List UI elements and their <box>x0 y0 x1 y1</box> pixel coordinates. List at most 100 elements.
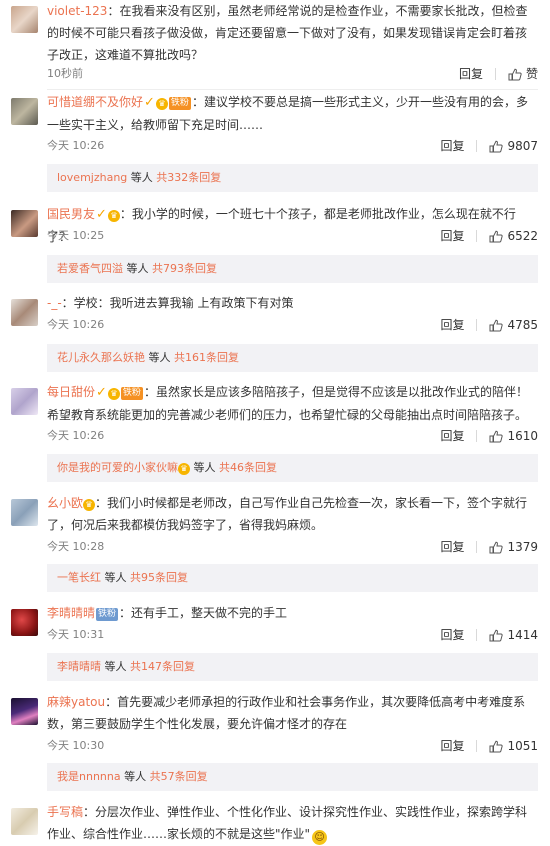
reply-button[interactable]: 回复 <box>440 627 464 643</box>
divider <box>476 230 478 242</box>
divider <box>47 89 538 90</box>
sub-reply-summary[interactable]: 我是nnnnna 等人 共57条回复 <box>47 763 538 791</box>
comment-body: ：首先要减少老师承担的行政作业和社会事务作业，其次要降低高考中考难度系数，第三要… <box>47 695 526 731</box>
username-link[interactable]: 可惜道绷不及你好 <box>47 95 143 109</box>
comment-text-block: violet-123：在我看来没有区别，虽然老师经常说的是检查作业，不需要家长批… <box>47 0 538 66</box>
sub-reply-user[interactable]: lovemjzhang <box>57 171 127 184</box>
thumbs-up-icon <box>489 319 504 331</box>
divider <box>476 430 478 442</box>
reply-button[interactable]: 回复 <box>440 228 464 244</box>
reply-button[interactable]: 回复 <box>440 138 464 154</box>
avatar[interactable] <box>11 299 38 326</box>
comment-time: 今天 10:28 <box>47 540 105 553</box>
like-button[interactable]: 1051 <box>489 738 538 754</box>
like-count: 1414 <box>507 628 538 642</box>
like-button[interactable]: 9807 <box>489 138 538 154</box>
divider <box>476 740 478 752</box>
username-link[interactable]: 幺小欧 <box>47 496 83 510</box>
like-count: 赞 <box>525 67 538 81</box>
like-button[interactable]: 1379 <box>489 539 538 555</box>
username-link[interactable]: violet-123 <box>47 4 107 18</box>
sub-reply-user[interactable]: 你是我的可爱的小家伙嘛 <box>57 461 178 474</box>
comment-text-block: 手写稿：分层次作业、弹性作业、个性化作业、设计探究性作业、实践性作业，探索跨学科… <box>47 801 538 845</box>
comment-text-block: 李晴晴晴 铁粉 ：还有手工，整天做不完的手工 <box>47 602 538 624</box>
like-button[interactable]: 1610 <box>489 428 538 444</box>
sub-reply-count-link[interactable]: 共57条回复 <box>150 770 208 783</box>
avatar[interactable] <box>11 98 38 125</box>
avatar[interactable] <box>11 808 38 835</box>
reply-button[interactable]: 回复 <box>440 539 464 555</box>
reply-button[interactable]: 回复 <box>440 428 464 444</box>
sub-reply-summary[interactable]: 花儿永久那么妖艳 等人 共161条回复 <box>47 344 538 372</box>
sub-reply-text: 等人 <box>101 571 130 584</box>
sub-reply-count-link[interactable]: 共95条回复 <box>130 571 188 584</box>
like-count: 9807 <box>507 139 538 153</box>
username-link[interactable]: 每日甜份 <box>47 385 95 399</box>
divider <box>476 140 478 152</box>
like-button[interactable]: 赞 <box>508 66 538 82</box>
sub-reply-summary[interactable]: 你是我的可爱的小家伙嘛 ♛ 等人 共46条回复 <box>47 454 538 482</box>
divider <box>494 68 496 80</box>
like-button[interactable]: 6522 <box>489 228 538 244</box>
like-count: 1610 <box>507 429 538 443</box>
username-link[interactable]: -_- <box>47 296 62 310</box>
comment-actions: 回复 1610 <box>440 428 538 444</box>
sub-reply-summary[interactable]: 若爱香气四溢 等人 共793条回复 <box>47 255 538 283</box>
vip-icon: ♛ <box>107 388 120 400</box>
avatar[interactable] <box>11 698 38 725</box>
sub-reply-count-link[interactable]: 共161条回复 <box>174 351 239 364</box>
like-button[interactable]: 1414 <box>489 627 538 643</box>
sub-reply-summary[interactable]: lovemjzhang 等人 共332条回复 <box>47 164 538 192</box>
sub-reply-summary[interactable]: 一笔长红 等人 共95条回复 <box>47 564 538 592</box>
sub-reply-count-link[interactable]: 共793条回复 <box>152 262 217 275</box>
sub-reply-user[interactable]: 若爱香气四溢 <box>57 262 123 275</box>
username-link[interactable]: 李晴晴晴 <box>47 606 95 620</box>
comment-body: ：我们小时候都是老师改，自己写作业自己先检查一次，家长看一下，签个字就行了，何况… <box>47 496 528 532</box>
sub-reply-user[interactable]: 我是nnnnna <box>57 770 121 783</box>
sub-reply-text: 等人 <box>190 461 219 474</box>
comment-body: ：学校：我听进去算我输 上有政策下有对策 <box>61 296 294 310</box>
thumbs-up-icon <box>508 68 522 80</box>
username-link[interactable]: 国民男友 <box>47 207 95 221</box>
username-link[interactable]: 手写稿 <box>47 805 83 819</box>
thumbs-up-icon <box>489 740 504 752</box>
comment-text-block: 每日甜份✓ ♛ 铁粉 ：虽然家长是应该多陪陪孩子，但是觉得不应该是以批改作业式的陪伴！… <box>47 381 538 426</box>
comment-text-block: -_-：学校：我听进去算我输 上有政策下有对策 <box>47 292 538 314</box>
avatar[interactable] <box>11 499 38 526</box>
sub-reply-count-link[interactable]: 共332条回复 <box>156 171 221 184</box>
comment-time: 今天 10:31 <box>47 628 105 641</box>
like-count: 6522 <box>507 229 538 243</box>
avatar[interactable] <box>11 388 38 415</box>
vip-icon: ♛ <box>178 463 190 475</box>
sub-reply-summary[interactable]: 李晴晴晴 等人 共147条回复 <box>47 653 538 681</box>
avatar[interactable] <box>11 609 38 636</box>
sub-reply-count-link[interactable]: 共46条回复 <box>219 461 277 474</box>
sub-reply-user[interactable]: 花儿永久那么妖艳 <box>57 351 145 364</box>
reply-button[interactable]: 回复 <box>459 66 483 82</box>
avatar[interactable] <box>11 6 38 33</box>
sub-reply-user[interactable]: 李晴晴晴 <box>57 660 101 673</box>
comment-actions: 回复 1051 <box>440 738 538 754</box>
comment-actions: 回复 6522 <box>440 228 538 244</box>
comment-actions: 回复 1379 <box>440 539 538 555</box>
comment-time: 今天 10:25 <box>47 229 105 242</box>
reply-button[interactable]: 回复 <box>440 738 464 754</box>
comment-text-block: 麻辣yatou：首先要减少老师承担的行政作业和社会事务作业，其次要降低高考中考难… <box>47 691 538 735</box>
sub-reply-user[interactable]: 一笔长红 <box>57 571 101 584</box>
verified-icon: ✓ <box>96 385 107 400</box>
comment-actions: 回复 赞 <box>459 66 538 82</box>
like-button[interactable]: 4785 <box>489 317 538 333</box>
divider <box>476 319 478 331</box>
sub-reply-text: 等人 <box>127 171 157 184</box>
like-count: 1051 <box>507 739 538 753</box>
comment-time: 今天 10:30 <box>47 739 105 752</box>
avatar[interactable] <box>11 210 38 237</box>
comment-time: 今天 10:26 <box>47 139 105 152</box>
thumbs-up-icon <box>489 230 504 242</box>
comment-actions: 回复 1414 <box>440 627 538 643</box>
reply-button[interactable]: 回复 <box>440 317 464 333</box>
sub-reply-text: 等人 <box>120 770 150 783</box>
sub-reply-count-link[interactable]: 共147条回复 <box>130 660 195 673</box>
divider <box>476 541 478 553</box>
username-link[interactable]: 麻辣yatou <box>47 695 105 709</box>
